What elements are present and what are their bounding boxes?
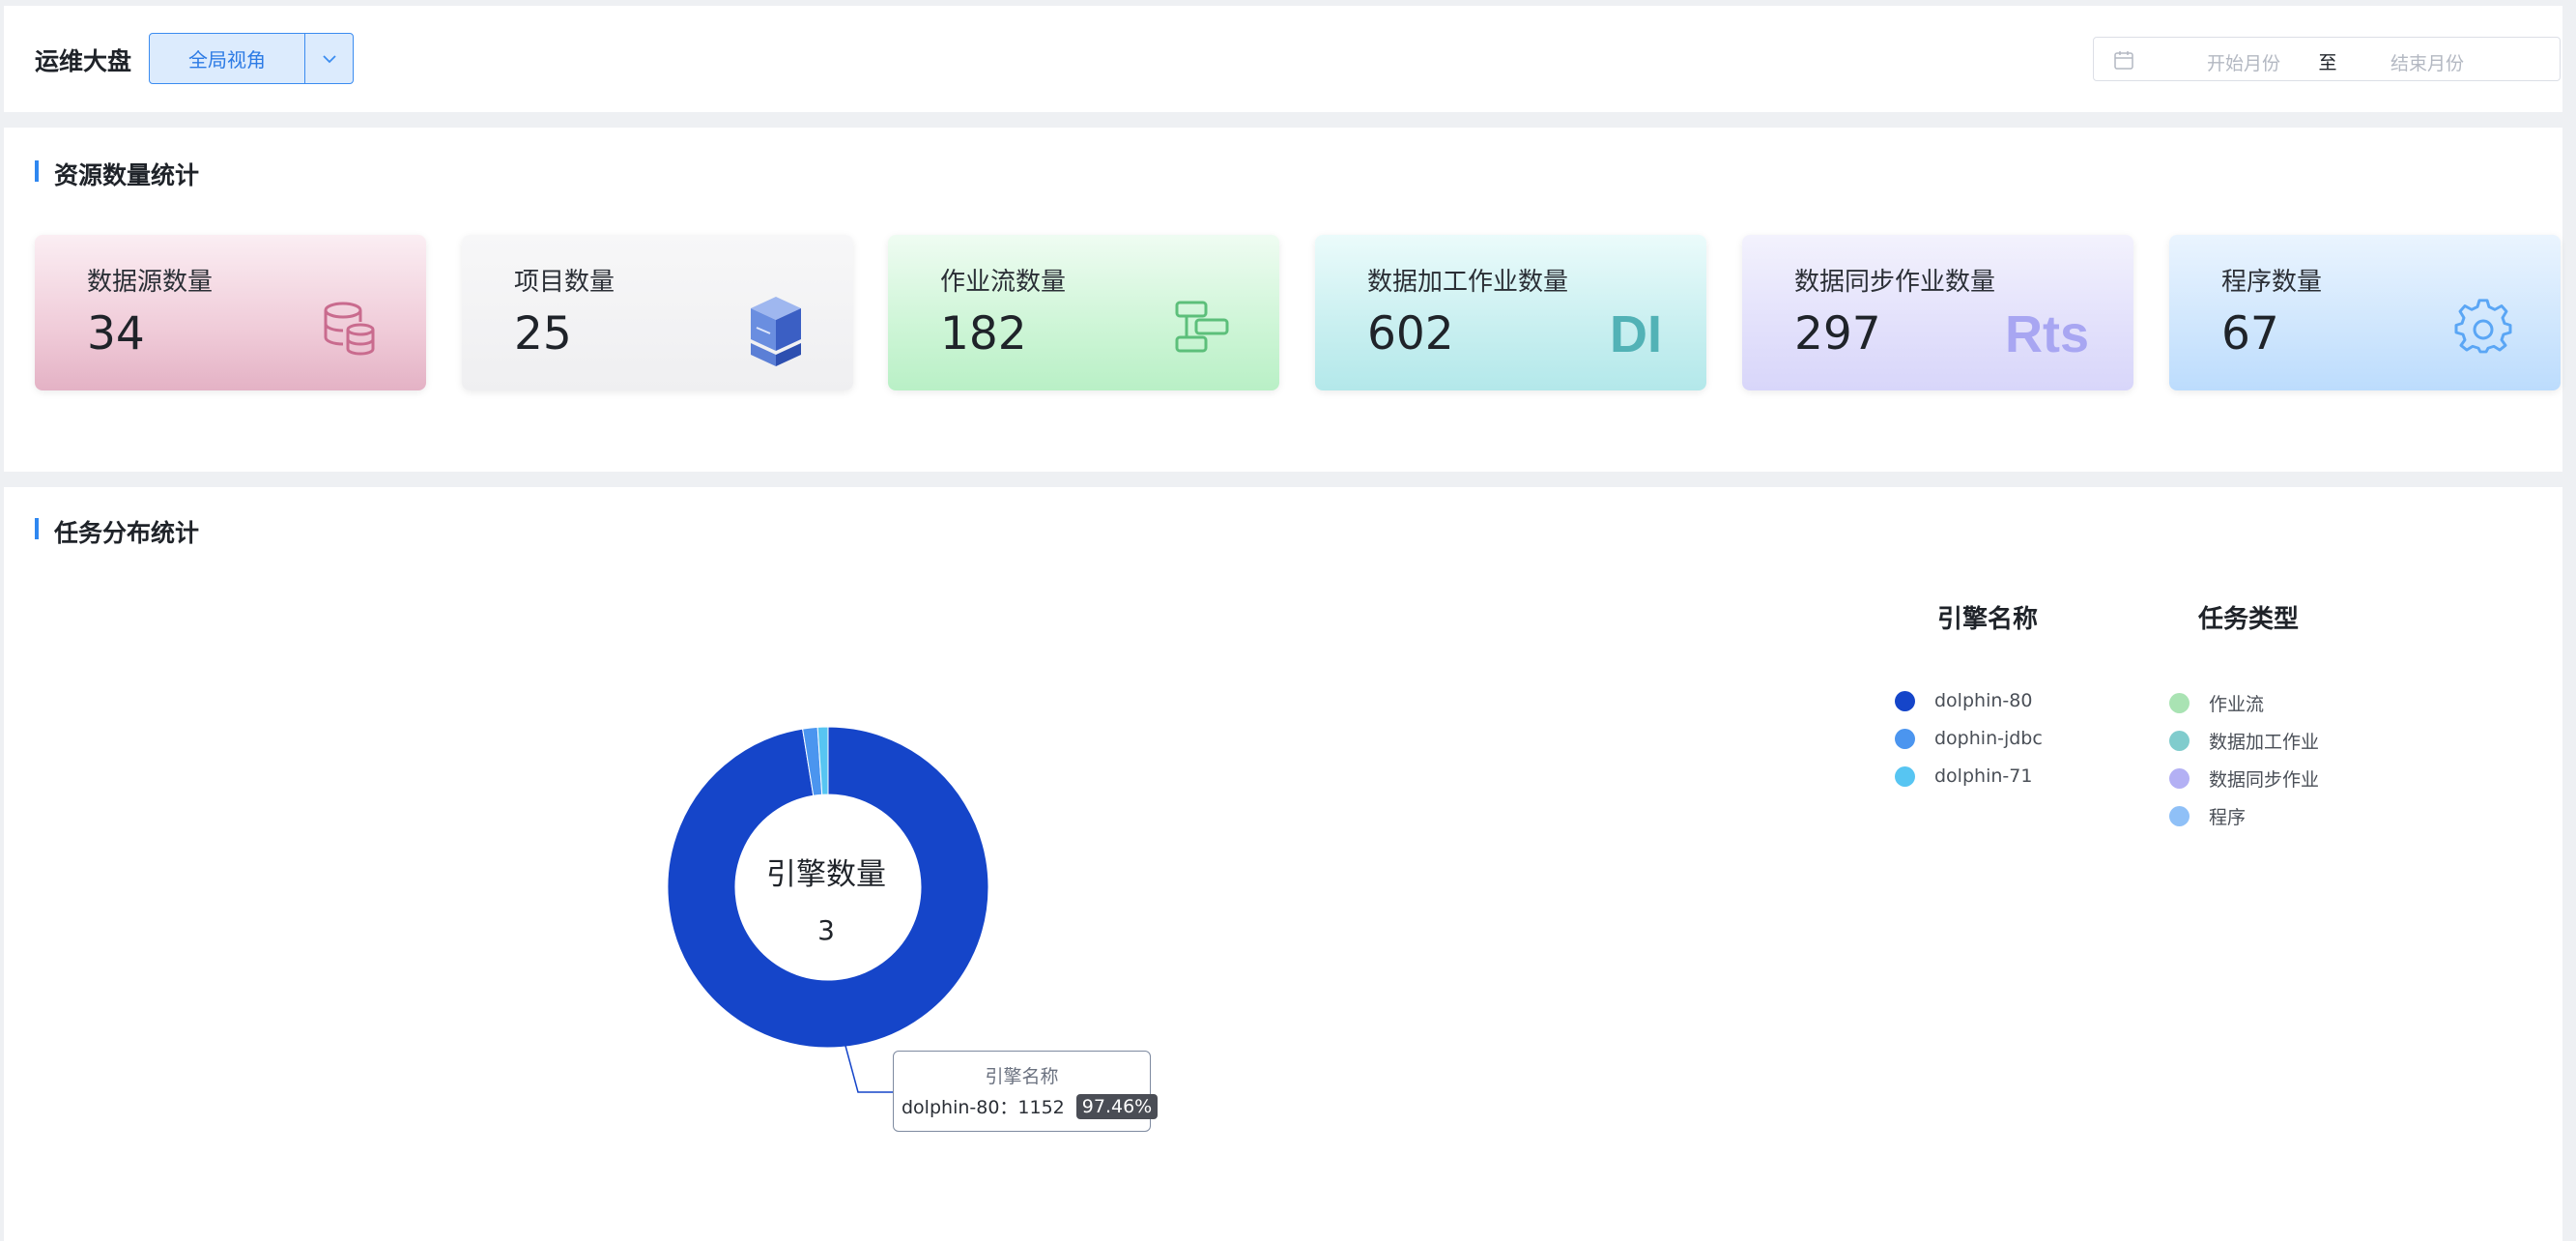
donut-center-label: 引擎数量 xyxy=(766,857,886,892)
tooltip-value: dolphin-80：1152 xyxy=(902,1097,1065,1118)
legend-item-workflow[interactable]: 作业流 xyxy=(2169,690,2264,716)
legend-item-data-processing[interactable]: 数据加工作业 xyxy=(2169,728,2319,754)
legend-item-dophin-jdbc[interactable]: dophin-jdbc xyxy=(1895,728,2043,749)
engine-legend-title: 引擎名称 xyxy=(1937,605,2039,634)
tooltip-percent-badge: 97.46% xyxy=(1075,1093,1159,1119)
legend-dot xyxy=(1895,690,1915,711)
legend-item-dolphin-80[interactable]: dolphin-80 xyxy=(1895,690,2032,711)
task-type-legend: 任务类型 xyxy=(2198,599,2299,635)
legend-dot xyxy=(2169,731,2190,751)
legend-dot xyxy=(1895,765,1915,787)
legend-dot xyxy=(2169,768,2190,789)
legend-item-program[interactable]: 程序 xyxy=(2169,803,2246,829)
legend-dot xyxy=(1895,728,1915,749)
legend-item-data-sync[interactable]: 数据同步作业 xyxy=(2169,765,2319,792)
engine-legend: 引擎名称 xyxy=(1937,599,2038,635)
legend-dot xyxy=(2169,806,2190,826)
chart-tooltip: 引擎名称 dolphin-80：1152 97.46% xyxy=(893,1051,1159,1132)
legend-item-dolphin-71[interactable]: dolphin-71 xyxy=(1895,765,2032,787)
tooltip-title: 引擎名称 xyxy=(985,1066,1059,1087)
engine-donut-chart[interactable]: 引擎数量 3 xyxy=(0,0,2576,1241)
donut-center-value: 3 xyxy=(817,914,835,946)
tooltip-leader-line xyxy=(844,1045,893,1093)
legend-dot xyxy=(2169,693,2190,713)
task-type-legend-title: 任务类型 xyxy=(2198,605,2300,634)
